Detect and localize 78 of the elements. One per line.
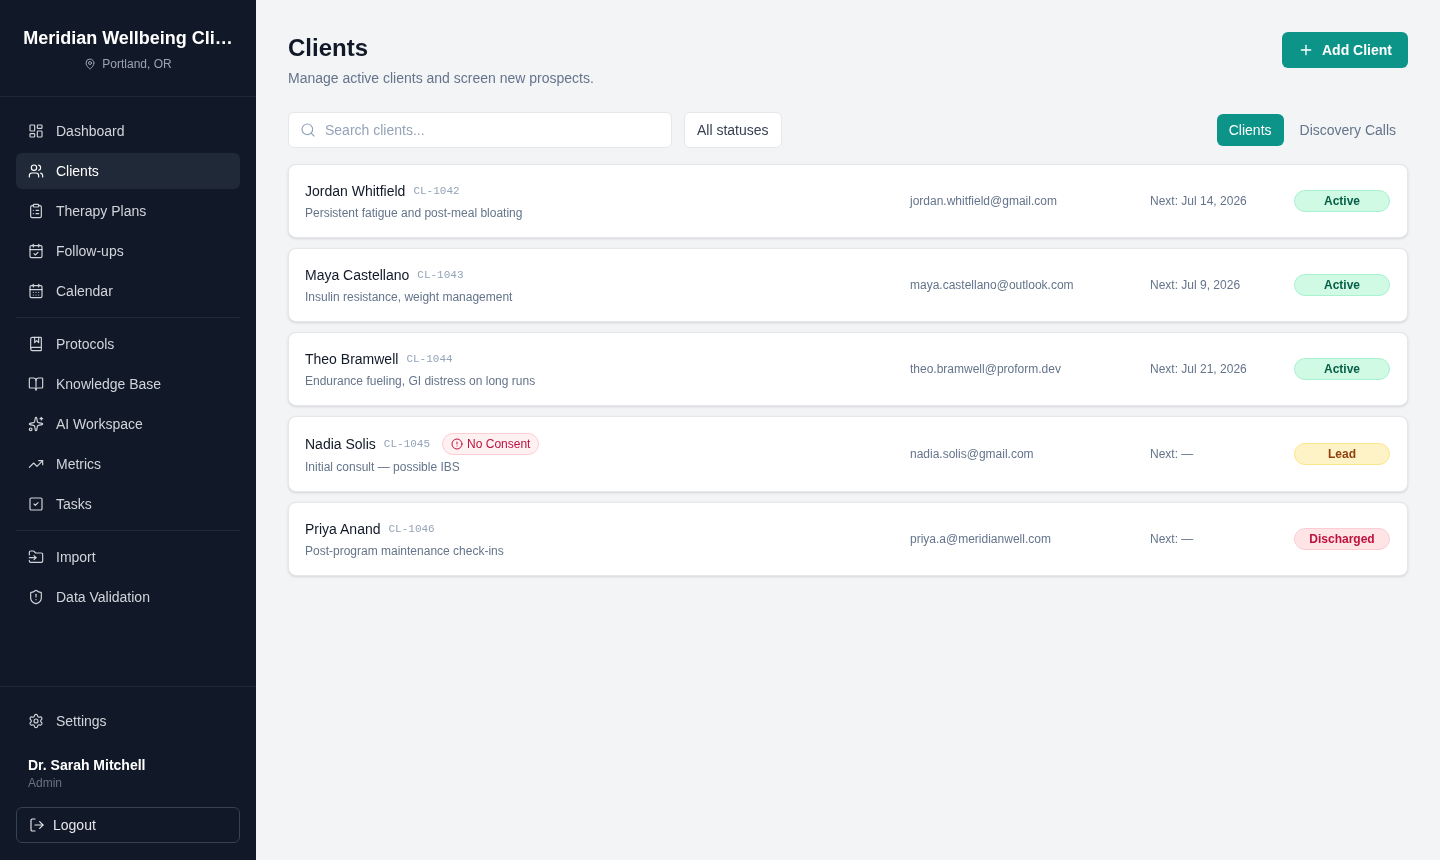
sidebar-item[interactable]: Data Validation — [16, 579, 240, 615]
page-title: Clients — [288, 33, 369, 63]
dashboard-grid-icon — [28, 123, 44, 139]
client-row[interactable]: Jordan Whitfield CL-1042 Persistent fatigue and post-meal bloating jordan.whitfield@gmail.com Next: Jul 14, 2026 Active — [288, 164, 1408, 238]
status-badge: Active — [1294, 274, 1390, 296]
client-id: CL-1045 — [383, 437, 431, 452]
client-id: CL-1044 — [406, 352, 453, 367]
client-name: Jordan Whitfield — [305, 182, 406, 201]
client-row[interactable]: Nadia Solis CL-1045 No Consent Initial consult — possible IBS nadia.solis@gmail.com Next: — Lead — [288, 416, 1408, 492]
clinic-location: Portland, OR — [102, 56, 172, 72]
consent-warning-text: No Consent — [467, 436, 531, 452]
user-name: Dr. Sarah Mitchell — [28, 756, 147, 775]
map-pin-icon — [84, 58, 97, 70]
client-email: priya.a@meridianwell.com — [910, 531, 1052, 547]
user-role: Admin — [28, 775, 63, 791]
logout-button[interactable]: Logout — [16, 807, 240, 843]
next-appointment: Next: — — [1150, 531, 1195, 547]
client-row[interactable]: Priya Anand CL-1046 Post-program maintenance check-ins priya.a@meridianwell.com Next: — Discharged — [288, 502, 1408, 576]
checkbox-icon — [28, 496, 44, 512]
sidebar-item[interactable]: Clients — [16, 153, 240, 189]
client-name: Theo Bramwell — [305, 350, 399, 369]
sidebar-item[interactable]: Knowledge Base — [16, 366, 240, 402]
bookmarked-book-icon — [28, 336, 44, 352]
sidebar-item[interactable]: Follow-ups — [16, 233, 240, 269]
search-icon — [300, 122, 316, 138]
folder-arrow-icon — [28, 549, 44, 565]
next-appointment: Next: Jul 21, 2026 — [1150, 361, 1248, 377]
sidebar-item[interactable]: Settings — [16, 703, 240, 739]
status-filter-dropdown[interactable]: All statuses — [684, 112, 782, 148]
sparkles-icon — [28, 416, 44, 432]
next-appointment: Next: Jul 9, 2026 — [1150, 277, 1242, 293]
client-row[interactable]: Maya Castellano CL-1043 Insulin resistance, weight management maya.castellano@outlook.com Next: Jul 9, 2026 Active — [288, 248, 1408, 322]
client-email: theo.bramwell@proform.dev — [910, 361, 1062, 377]
sidebar-item[interactable]: Therapy Plans — [16, 193, 240, 229]
search-field[interactable]: Search clients... — [288, 112, 672, 148]
sidebar-item[interactable]: AI Workspace — [16, 406, 240, 442]
client-summary: Persistent fatigue and post-meal bloating — [305, 205, 524, 221]
client-summary: Insulin resistance, weight management — [305, 289, 514, 305]
clipboard-icon — [28, 203, 44, 219]
open-book-icon — [28, 376, 44, 392]
status-badge: Discharged — [1294, 528, 1390, 550]
calendar-check-icon — [28, 243, 44, 259]
view-tab[interactable]: Clients — [1216, 114, 1284, 146]
client-email: jordan.whitfield@gmail.com — [910, 193, 1058, 209]
users-icon — [28, 163, 44, 179]
sidebar-item[interactable]: Protocols — [16, 326, 240, 362]
sidebar-item[interactable]: Calendar — [16, 273, 240, 309]
shield-alert-icon — [28, 589, 44, 605]
client-summary: Endurance fueling, GI distress on long runs — [305, 373, 537, 389]
sidebar-item[interactable]: Dashboard — [16, 113, 240, 149]
calendar-icon — [28, 283, 44, 299]
status-badge: Active — [1294, 190, 1390, 212]
client-name: Nadia Solis — [305, 435, 376, 454]
alert-circle-icon — [451, 438, 464, 450]
status-badge: Active — [1294, 358, 1390, 380]
next-appointment: Next: Jul 14, 2026 — [1150, 193, 1248, 209]
client-name: Maya Castellano — [305, 266, 410, 285]
sidebar-item[interactable]: Metrics — [16, 446, 240, 482]
client-row[interactable]: Theo Bramwell CL-1044 Endurance fueling, GI distress on long runs theo.bramwell@proform.dev Next: Jul 21, 2026 Active — [288, 332, 1408, 406]
client-email: nadia.solis@gmail.com — [910, 446, 1035, 462]
client-email: maya.castellano@outlook.com — [910, 277, 1075, 293]
client-summary: Post-program maintenance check-ins — [305, 543, 505, 559]
client-summary: Initial consult — possible IBS — [305, 459, 461, 475]
view-tab[interactable]: Discovery Calls — [1287, 114, 1408, 146]
page-subtitle: Manage active clients and screen new prospects. — [288, 69, 594, 88]
client-name: Priya Anand — [305, 520, 381, 539]
client-id: CL-1042 — [413, 184, 460, 199]
next-appointment: Next: — — [1150, 446, 1195, 462]
client-id: CL-1046 — [388, 522, 435, 537]
client-id: CL-1043 — [417, 268, 464, 283]
logout-icon — [29, 817, 45, 833]
clinic-name: Meridian Wellbeing Cli… — [23, 27, 233, 50]
sidebar-item[interactable]: Import — [16, 539, 240, 575]
sidebar-item[interactable]: Tasks — [16, 486, 240, 522]
plus-icon — [1298, 42, 1314, 58]
add-client-button[interactable]: Add Client — [1282, 32, 1408, 68]
status-badge: Lead — [1294, 443, 1390, 465]
settings-icon — [28, 713, 44, 729]
